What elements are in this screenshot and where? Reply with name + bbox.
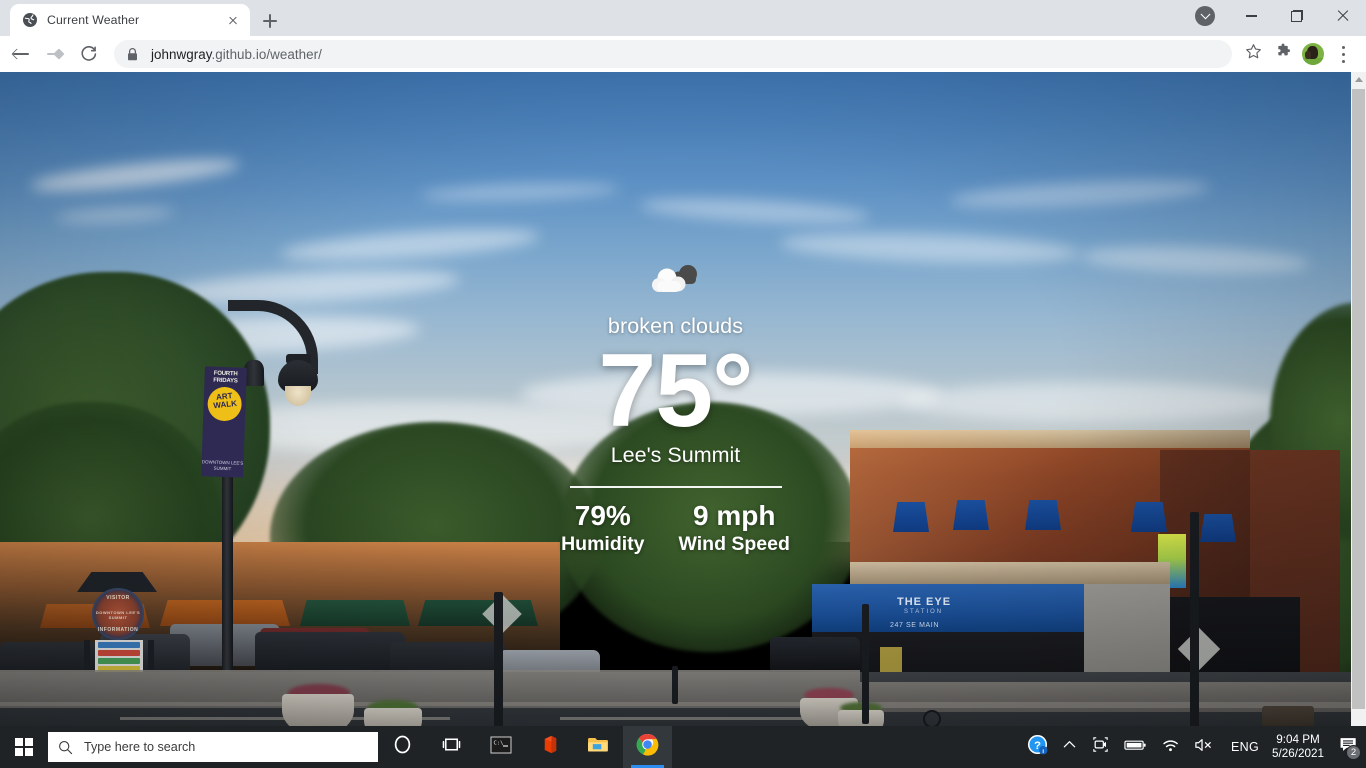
reload-button[interactable] bbox=[72, 37, 106, 71]
camera-icon bbox=[1091, 735, 1110, 759]
battery-icon bbox=[1124, 738, 1147, 757]
taskbar-app-office[interactable] bbox=[525, 726, 574, 768]
chevron-up-icon bbox=[1062, 737, 1077, 757]
close-icon bbox=[1337, 10, 1349, 22]
maximize-icon bbox=[1291, 10, 1303, 22]
lock-icon bbox=[126, 47, 139, 62]
tab-title: Current Weather bbox=[47, 13, 140, 27]
window-controls bbox=[1182, 0, 1366, 32]
notification-count-badge: 2 bbox=[1346, 745, 1361, 760]
browser-window: Current Weather johnwgray.github.io/weat… bbox=[0, 0, 1366, 726]
page-scrollbar[interactable] bbox=[1351, 72, 1366, 726]
scrollbar-thumb[interactable] bbox=[1352, 89, 1365, 709]
address-bar[interactable]: johnwgray.github.io/weather/ bbox=[114, 40, 1232, 68]
star-icon bbox=[1245, 43, 1262, 65]
task-view-icon bbox=[441, 734, 462, 760]
close-icon[interactable] bbox=[224, 11, 242, 29]
window-close-button[interactable] bbox=[1320, 0, 1366, 32]
notification-center-button[interactable]: 2 bbox=[1334, 726, 1362, 768]
taskbar-clock[interactable]: 9:04 PM 5/26/2021 bbox=[1268, 733, 1334, 761]
weather-background-photo: THE EYE STATION 247 SE MAIN bbox=[0, 72, 1351, 726]
cortana-circle-icon bbox=[392, 734, 413, 760]
folder-icon bbox=[587, 735, 610, 759]
clock-time: 9:04 PM bbox=[1276, 733, 1320, 746]
back-button[interactable] bbox=[4, 37, 38, 71]
scroll-up-icon[interactable] bbox=[1351, 72, 1366, 87]
svg-text:C:\: C:\ bbox=[493, 740, 503, 746]
search-placeholder: Type here to search bbox=[84, 740, 196, 754]
tray-help-button[interactable]: ? i bbox=[1020, 726, 1055, 768]
puzzle-piece-icon bbox=[1275, 43, 1292, 65]
tray-network-button[interactable] bbox=[1154, 726, 1187, 768]
chrome-icon bbox=[636, 733, 659, 761]
tray-show-hidden-button[interactable] bbox=[1055, 726, 1084, 768]
taskbar-app-chrome[interactable] bbox=[623, 726, 672, 768]
kebab-menu-icon bbox=[1341, 45, 1345, 63]
windows-start-icon bbox=[15, 738, 33, 756]
tray-volume-button[interactable] bbox=[1187, 726, 1222, 768]
forward-button[interactable] bbox=[38, 37, 72, 71]
profile-chevron-button[interactable] bbox=[1182, 0, 1228, 32]
globe-icon bbox=[22, 12, 38, 28]
minimize-button[interactable] bbox=[1228, 0, 1274, 32]
search-icon bbox=[58, 740, 73, 755]
windows-taskbar: Type here to search C:\ ? i ENG 9:04 PM … bbox=[0, 726, 1366, 768]
reload-icon bbox=[80, 45, 98, 63]
tab-strip: Current Weather bbox=[0, 0, 1366, 36]
tab-current-weather[interactable]: Current Weather bbox=[10, 4, 250, 36]
speaker-muted-icon bbox=[1194, 737, 1215, 758]
url-path: .github.io/weather/ bbox=[211, 46, 322, 62]
taskbar-app-terminal[interactable]: C:\ bbox=[476, 726, 525, 768]
taskbar-app-cortana[interactable] bbox=[378, 726, 427, 768]
system-tray: ? i ENG 9:04 PM 5/26/2021 2 bbox=[1020, 726, 1366, 768]
taskbar-app-task-view[interactable] bbox=[427, 726, 476, 768]
tray-language-indicator[interactable]: ENG bbox=[1222, 740, 1268, 754]
chevron-down-icon bbox=[1195, 6, 1215, 26]
back-arrow-icon bbox=[11, 45, 30, 63]
new-tab-button[interactable] bbox=[256, 7, 284, 35]
profile-button[interactable] bbox=[1298, 39, 1328, 69]
chrome-menu-button[interactable] bbox=[1328, 39, 1358, 69]
clock-date: 5/26/2021 bbox=[1272, 747, 1324, 760]
tray-meet-button[interactable] bbox=[1084, 726, 1117, 768]
page-viewport: THE EYE STATION 247 SE MAIN bbox=[0, 72, 1366, 726]
taskbar-app-file-explorer[interactable] bbox=[574, 726, 623, 768]
taskbar-search-box[interactable]: Type here to search bbox=[48, 732, 378, 762]
maximize-button[interactable] bbox=[1274, 0, 1320, 32]
extensions-button[interactable] bbox=[1268, 39, 1298, 69]
minimize-icon bbox=[1245, 15, 1257, 17]
url-domain: johnwgray bbox=[151, 46, 212, 62]
help-question-icon: ? i bbox=[1027, 734, 1048, 760]
office-icon bbox=[539, 734, 560, 760]
terminal-icon: C:\ bbox=[490, 736, 512, 759]
forward-arrow-icon bbox=[46, 45, 65, 63]
avatar-icon bbox=[1302, 43, 1324, 65]
bookmark-button[interactable] bbox=[1238, 39, 1268, 69]
tray-battery-button[interactable] bbox=[1117, 726, 1154, 768]
wifi-icon bbox=[1161, 737, 1180, 758]
start-button[interactable] bbox=[0, 726, 48, 768]
browser-toolbar: johnwgray.github.io/weather/ bbox=[0, 36, 1366, 72]
address-bar-text: johnwgray.github.io/weather/ bbox=[151, 47, 322, 62]
